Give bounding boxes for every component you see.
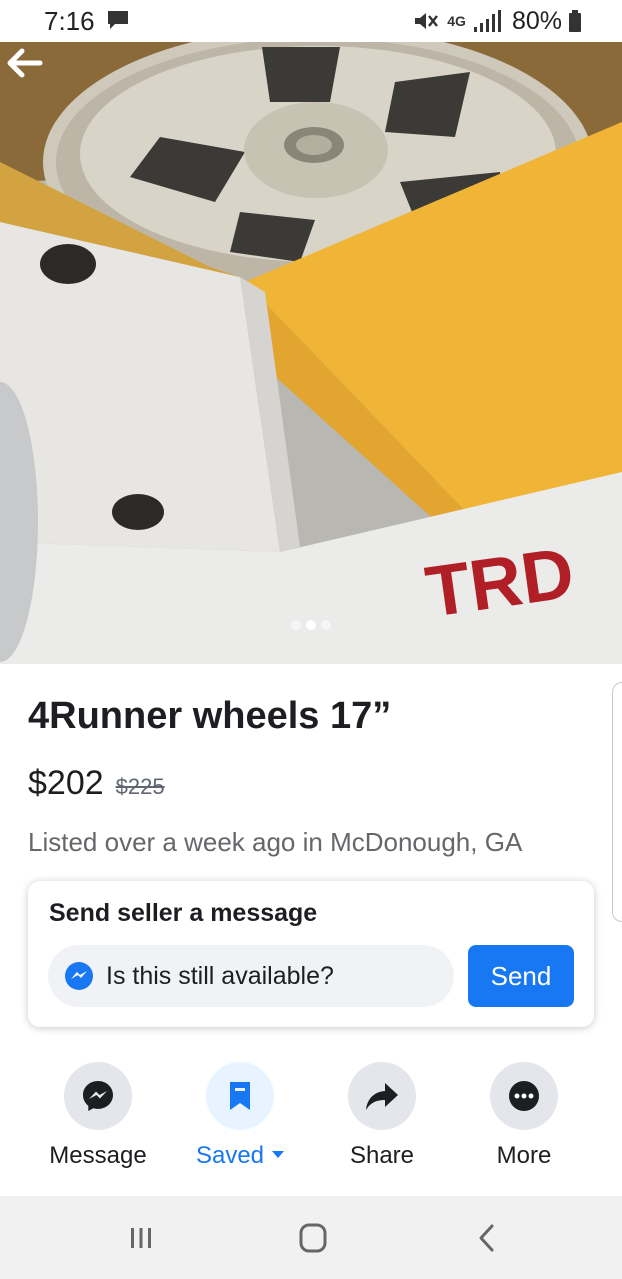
- photo-pagination: [0, 620, 622, 630]
- wheel-box-photo: TRD: [0, 42, 622, 664]
- side-panel-handle[interactable]: [612, 682, 622, 922]
- mute-icon: [415, 13, 439, 29]
- send-button[interactable]: Send: [468, 945, 574, 1007]
- home-icon[interactable]: [288, 1220, 338, 1256]
- more-action-label: More: [496, 1142, 552, 1169]
- message-input[interactable]: Is this still available?: [48, 945, 454, 1007]
- share-action-button[interactable]: Share: [312, 1062, 452, 1182]
- back-arrow-icon[interactable]: [0, 42, 50, 84]
- saved-action-label: Saved: [170, 1142, 310, 1170]
- status-bar: 7:16 4G 80%: [0, 0, 622, 42]
- signal-icon: [473, 10, 501, 32]
- chat-notification-icon: [108, 11, 128, 29]
- listed-info: Listed over a week ago in McDonough, GA: [28, 827, 523, 857]
- price-row: $202 $225: [28, 764, 165, 803]
- more-icon: [509, 1081, 539, 1111]
- messenger-icon: [83, 1081, 113, 1111]
- message-action-label: Message: [49, 1142, 147, 1169]
- battery-percent: 80%: [511, 6, 562, 35]
- message-card-heading: Send seller a message: [49, 899, 318, 927]
- listing-photo[interactable]: TRD: [0, 42, 622, 664]
- message-action-button[interactable]: Message: [28, 1062, 168, 1182]
- pagination-dot[interactable]: [321, 620, 331, 630]
- share-action-label: Share: [349, 1142, 415, 1169]
- battery-icon: [569, 10, 581, 32]
- network-type-label: 4G: [447, 13, 466, 29]
- saved-action-circle[interactable]: [206, 1062, 274, 1130]
- messenger-icon: [65, 962, 93, 990]
- share-icon: [366, 1083, 398, 1110]
- more-action-circle[interactable]: [490, 1062, 558, 1130]
- send-message-card: Send seller a message Is this still avai…: [28, 881, 594, 1027]
- bookmark-icon: [230, 1082, 250, 1110]
- recent-apps-icon[interactable]: [116, 1220, 166, 1256]
- pagination-dot-active[interactable]: [306, 620, 316, 630]
- message-input-value[interactable]: Is this still available?: [106, 962, 334, 991]
- original-price: $225: [115, 774, 165, 799]
- status-indicators: 4G 80%: [413, 6, 582, 36]
- listing-price: $202: [28, 764, 104, 802]
- chevron-down-icon[interactable]: [272, 1151, 285, 1159]
- pagination-dot[interactable]: [291, 620, 301, 630]
- more-action-button[interactable]: More: [454, 1062, 594, 1182]
- share-action-circle[interactable]: [348, 1062, 416, 1130]
- back-nav-icon[interactable]: [462, 1220, 512, 1256]
- listing-title: 4Runner wheels 17”: [28, 695, 392, 737]
- status-time: 7:16: [44, 6, 95, 36]
- saved-action-button[interactable]: Saved: [170, 1062, 310, 1182]
- saved-label-text: Saved: [195, 1142, 265, 1169]
- android-nav-bar: [0, 1196, 622, 1279]
- action-row: Message Saved Share More: [0, 1062, 622, 1182]
- message-action-circle[interactable]: [64, 1062, 132, 1130]
